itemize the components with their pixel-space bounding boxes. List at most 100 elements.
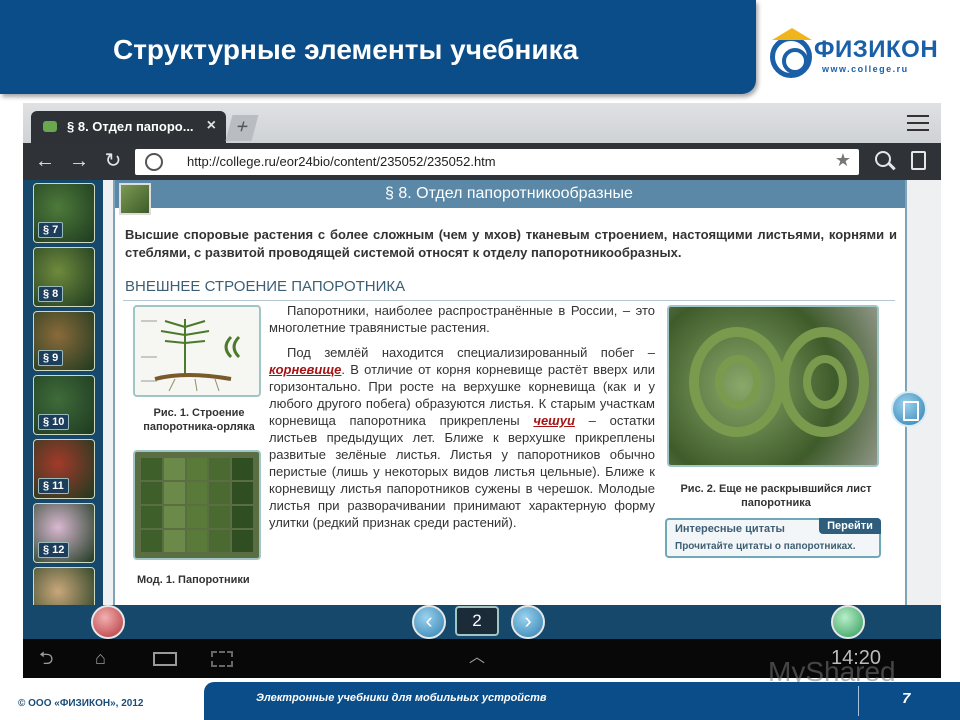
fern-structure-diagram xyxy=(141,319,241,392)
apps-grid-button[interactable] xyxy=(831,605,865,639)
section-thumbnails: § 7 § 8 § 9 § 10 § 11 § 12 xyxy=(23,180,103,627)
fern-curl-left-inner xyxy=(715,355,761,409)
gallery-tile xyxy=(232,458,253,480)
next-page-button[interactable]: › xyxy=(511,605,545,639)
footer-text: Электронные учебники для мобильных устро… xyxy=(256,692,547,704)
copyright: © ООО «ФИЗИКОН», 2012 xyxy=(18,698,144,709)
gallery-tile xyxy=(141,530,162,552)
browser-tab[interactable]: § 8. Отдел папоро... × xyxy=(31,111,226,143)
globe-icon xyxy=(145,153,163,171)
subheading: ВНЕШНЕЕ СТРОЕНИЕ ПАПОРОТНИКА xyxy=(125,278,406,295)
at-sign-icon xyxy=(770,36,812,78)
slide: Структурные элементы учебника ФИЗИКОН ww… xyxy=(0,0,960,720)
er-button[interactable] xyxy=(91,605,125,639)
address-toolbar: ← → ↻ http://college.ru/eor24bio/content… xyxy=(23,143,941,180)
quotes-text: Прочитайте цитаты о папоротниках. xyxy=(675,541,856,552)
thumbnail-label: § 11 xyxy=(38,478,69,494)
model-1-gallery[interactable] xyxy=(133,450,261,560)
body-text: Папоротники, наиболее распространённые в… xyxy=(269,302,655,531)
section-title: § 8. Отдел папоротникообразные xyxy=(385,185,633,202)
close-icon[interactable]: × xyxy=(207,117,216,135)
graduation-cap-icon xyxy=(772,28,812,40)
logo-url: www.college.ru xyxy=(822,64,909,74)
address-input[interactable]: http://college.ru/eor24bio/content/23505… xyxy=(135,149,859,175)
gallery-tile xyxy=(186,458,208,480)
reload-button[interactable]: ↻ xyxy=(101,149,125,173)
favicon-icon xyxy=(43,121,57,132)
fizikon-logo: ФИЗИКОН www.college.ru xyxy=(770,26,950,80)
section-thumbnail[interactable]: § 10 xyxy=(33,375,95,435)
gallery-tile xyxy=(232,530,253,552)
gallery-tile xyxy=(209,482,231,504)
gallery-tile xyxy=(186,506,208,528)
gallery-tile xyxy=(186,530,208,552)
gallery-tile xyxy=(209,506,231,528)
gallery-tile xyxy=(209,530,231,552)
paragraph-2: Под землёй находится специализированный … xyxy=(269,345,655,530)
figure-1-image[interactable] xyxy=(133,305,261,397)
screenshot-icon[interactable] xyxy=(211,651,233,667)
browser-tab-bar: § 8. Отдел папоро... × + xyxy=(23,103,941,143)
tablet-screen: § 8. Отдел папоро... × + ← → ↻ http://co… xyxy=(23,103,941,678)
thumbnail-label: § 8 xyxy=(38,286,64,302)
recent-apps-icon[interactable] xyxy=(153,652,177,666)
figure-2-caption: Рис. 2. Еще не раскрывшийся лист папорот… xyxy=(680,483,872,509)
forward-button[interactable]: → xyxy=(67,149,91,173)
gallery-tile xyxy=(163,530,185,552)
intro-paragraph: Высшие споровые растения с более сложным… xyxy=(125,227,897,260)
logo-name: ФИЗИКОН xyxy=(814,36,939,63)
section-header: § 8. Отдел папоротникообразные xyxy=(115,180,905,208)
paragraph-1: Папоротники, наиболее распространённые в… xyxy=(269,303,655,335)
chevron-up-icon[interactable]: ︿ xyxy=(469,649,485,667)
thumbnail-label: § 12 xyxy=(38,542,70,558)
new-tab-button[interactable]: + xyxy=(225,115,259,141)
section-thumbnail[interactable]: § 9 xyxy=(33,311,95,371)
gallery-tile xyxy=(232,482,253,504)
slide-number: 7 xyxy=(902,690,911,707)
textbook-page: § 8. Отдел папоротникообразные Высшие сп… xyxy=(113,180,907,605)
gallery-grid xyxy=(141,458,253,552)
footer-separator xyxy=(858,686,859,716)
header-banner: Структурные элементы учебника xyxy=(0,0,756,94)
thumbnail-label: § 7 xyxy=(38,222,64,238)
divider xyxy=(123,300,895,301)
go-button[interactable]: Перейти xyxy=(819,518,881,534)
interesting-quotes-box: Интересные цитаты Перейти Прочитайте цит… xyxy=(665,518,881,558)
prev-page-button[interactable]: ‹ xyxy=(412,605,446,639)
section-thumbnail[interactable]: § 8 xyxy=(33,247,95,307)
thumbnail-label: § 10 xyxy=(38,414,70,430)
gallery-tile xyxy=(141,506,162,528)
gallery-tile xyxy=(141,458,162,480)
figure-1-caption: Рис. 1. Строение папоротника-орляка xyxy=(143,407,255,433)
gallery-tile xyxy=(163,482,185,504)
footer-banner: Электронные учебники для мобильных устро… xyxy=(204,682,960,720)
term-rhizome[interactable]: корневище xyxy=(269,362,341,377)
android-home-icon[interactable]: ⌂ xyxy=(95,649,106,667)
url-text: http://college.ru/eor24bio/content/23505… xyxy=(187,154,496,169)
search-icon[interactable] xyxy=(875,151,891,167)
tab-label: § 8. Отдел папоро... xyxy=(67,119,194,134)
model-1-caption: Мод. 1. Папоротники xyxy=(137,574,250,586)
gallery-tile xyxy=(209,458,231,480)
page-number: 2 xyxy=(455,606,499,636)
bookmark-star-icon[interactable]: ★ xyxy=(835,150,851,171)
quotes-title: Интересные цитаты xyxy=(675,523,785,535)
section-thumbnail[interactable]: § 11 xyxy=(33,439,95,499)
gallery-tile xyxy=(163,506,185,528)
bookmarks-icon[interactable] xyxy=(911,151,926,170)
menu-icon[interactable] xyxy=(907,115,929,133)
gallery-tile xyxy=(186,482,208,504)
section-thumbnail[interactable]: § 12 xyxy=(33,503,95,563)
fern-curl-right-inner xyxy=(803,355,847,409)
back-button[interactable]: ← xyxy=(33,149,57,173)
gallery-tile xyxy=(163,458,185,480)
notes-button[interactable] xyxy=(891,391,927,427)
slide-title: Структурные элементы учебника xyxy=(113,34,579,65)
figure-2-image[interactable] xyxy=(667,305,879,467)
term-scales[interactable]: чешуи xyxy=(533,413,575,428)
gallery-tile xyxy=(232,506,253,528)
thumbnail-label: § 9 xyxy=(38,350,64,366)
section-thumbnail[interactable]: § 7 xyxy=(33,183,95,243)
gallery-tile xyxy=(141,482,162,504)
android-back-icon[interactable]: ⮌ xyxy=(39,649,53,667)
